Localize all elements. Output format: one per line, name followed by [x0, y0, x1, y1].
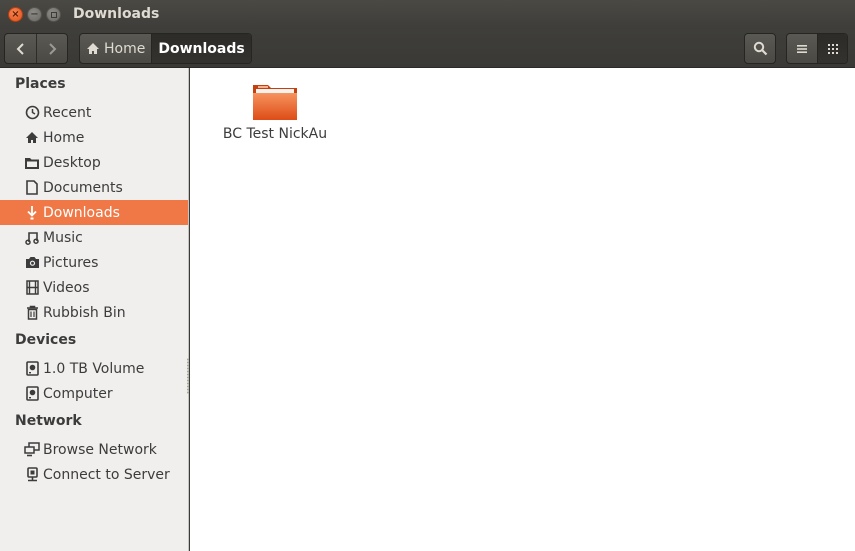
sidebar-item-label: Videos [43, 279, 90, 296]
file-item-folder[interactable]: BC Test NickAu [220, 82, 330, 142]
toolbar: Home Downloads [0, 29, 855, 68]
forward-button[interactable] [36, 34, 67, 63]
file-item-label: BC Test NickAu [222, 126, 328, 142]
sidebar-item-computer[interactable]: Computer [0, 381, 188, 406]
home-icon [87, 43, 99, 54]
sidebar-item-recent[interactable]: Recent [0, 100, 188, 125]
chevron-left-icon [16, 42, 24, 55]
sidebar-item-label: Home [43, 129, 85, 146]
sidebar-item-label: Computer [43, 385, 113, 402]
sidebar-item-label: Pictures [43, 254, 99, 271]
sidebar-item-label: 1.0 TB Volume [43, 360, 145, 377]
file-view[interactable]: BC Test NickAu [190, 68, 855, 551]
sidebar-item-documents[interactable]: Documents [0, 175, 188, 200]
path-home-button[interactable]: Home [80, 34, 151, 63]
sidebar-resize-handle[interactable] [187, 358, 189, 394]
minimize-window-button[interactable]: − [27, 7, 42, 22]
trash-icon [24, 305, 40, 321]
close-window-button[interactable]: × [8, 7, 23, 22]
title-bar: × − Downloads [0, 0, 855, 29]
search-icon [753, 41, 767, 56]
drive-icon [24, 361, 40, 377]
navigation-buttons [4, 33, 68, 64]
sidebar-item-label: Desktop [43, 154, 101, 171]
grid-icon [827, 43, 838, 54]
document-icon [24, 180, 40, 196]
sidebar-item-label: Downloads [43, 204, 120, 221]
sidebar-section-devices: Devices [15, 332, 77, 348]
sidebar-item-label: Documents [43, 179, 123, 196]
back-button[interactable] [5, 34, 36, 63]
path-bar: Home Downloads [79, 33, 252, 64]
sidebar-item-volume[interactable]: 1.0 TB Volume [0, 356, 188, 381]
maximize-window-button[interactable] [46, 7, 61, 22]
sidebar-item-pictures[interactable]: Pictures [0, 250, 188, 275]
maximize-icon [50, 11, 57, 18]
sidebar: Places Recent Home Desktop Documents Dow… [0, 68, 189, 551]
list-view-button[interactable] [787, 34, 817, 63]
sidebar-item-connect-server[interactable]: Connect to Server [0, 462, 188, 487]
camera-icon [24, 255, 40, 271]
list-icon [797, 44, 807, 53]
sidebar-section-places: Places [15, 76, 66, 92]
search-group [744, 33, 776, 64]
music-icon [24, 230, 40, 246]
view-toggle-group [786, 33, 848, 64]
film-icon [24, 280, 40, 296]
download-icon [24, 205, 40, 221]
search-button[interactable] [745, 34, 775, 63]
sidebar-item-downloads[interactable]: Downloads [0, 200, 188, 225]
drive-icon [24, 386, 40, 402]
home-icon [24, 130, 40, 146]
sidebar-item-label: Browse Network [43, 441, 157, 458]
path-current-button[interactable]: Downloads [151, 34, 251, 63]
path-home-label: Home [104, 40, 146, 57]
server-icon [24, 467, 40, 483]
chevron-right-icon [49, 42, 57, 55]
sidebar-item-label: Music [43, 229, 83, 246]
sidebar-item-label: Connect to Server [43, 466, 170, 483]
sidebar-item-music[interactable]: Music [0, 225, 188, 250]
sidebar-section-network: Network [15, 413, 82, 429]
sidebar-item-label: Rubbish Bin [43, 304, 126, 321]
window-title: Downloads [73, 6, 160, 22]
sidebar-item-desktop[interactable]: Desktop [0, 150, 188, 175]
sidebar-item-label: Recent [43, 104, 92, 121]
network-icon [24, 442, 40, 458]
sidebar-item-rubbish-bin[interactable]: Rubbish Bin [0, 300, 188, 325]
sidebar-item-home[interactable]: Home [0, 125, 188, 150]
sidebar-item-browse-network[interactable]: Browse Network [0, 437, 188, 462]
sidebar-item-videos[interactable]: Videos [0, 275, 188, 300]
clock-icon [24, 105, 40, 121]
folder-icon [253, 85, 297, 120]
path-current-label: Downloads [158, 40, 245, 57]
desktop-folder-icon [24, 155, 40, 171]
grid-view-button[interactable] [817, 34, 847, 63]
